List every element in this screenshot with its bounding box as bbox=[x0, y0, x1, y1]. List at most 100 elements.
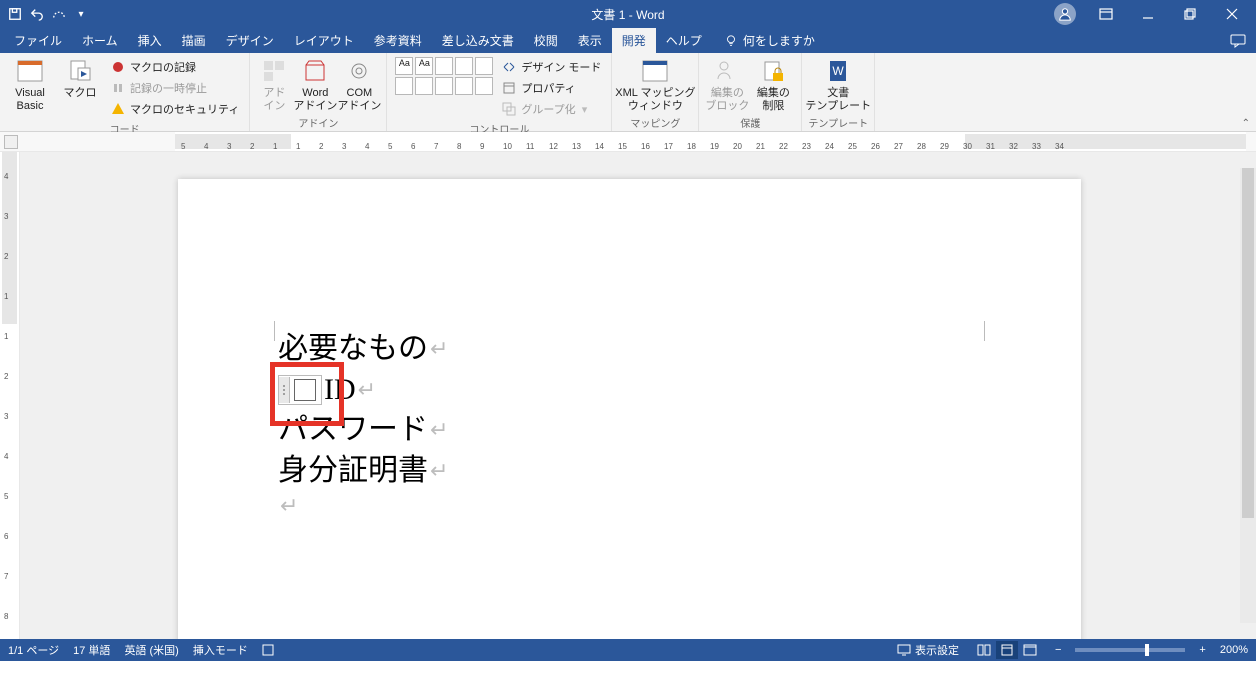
lock-icon bbox=[759, 57, 787, 85]
ruler-horizontal[interactable]: 5432112345678910111213141516171819202122… bbox=[0, 132, 1256, 152]
ruler-vertical[interactable]: 432112345678 bbox=[0, 152, 20, 639]
ruler-corner bbox=[4, 135, 18, 149]
control-repeating-icon[interactable] bbox=[455, 77, 473, 95]
tab-layout[interactable]: レイアウト bbox=[284, 28, 364, 53]
zoom-slider-thumb[interactable] bbox=[1145, 644, 1149, 656]
text-line-1[interactable]: 必要なもの bbox=[278, 329, 428, 370]
design-mode-button[interactable]: デザイン モード bbox=[497, 57, 605, 77]
tab-help[interactable]: ヘルプ bbox=[656, 28, 712, 53]
ribbon-tabs: ファイル ホーム 挿入 描画 デザイン レイアウト 参考資料 差し込み文書 校閲… bbox=[0, 28, 1256, 53]
view-web-icon[interactable] bbox=[1019, 641, 1041, 659]
tab-mailings[interactable]: 差し込み文書 bbox=[432, 28, 524, 53]
group-addins: アド イン Word アドイン COM アドイン アドイン bbox=[250, 53, 387, 131]
visual-basic-button[interactable]: Visual Basic bbox=[6, 55, 54, 113]
close-icon[interactable] bbox=[1212, 0, 1252, 28]
zoom-level[interactable]: 200% bbox=[1220, 644, 1248, 656]
tab-design[interactable]: デザイン bbox=[216, 28, 284, 53]
paragraph-mark-icon: ↵ bbox=[430, 456, 448, 486]
tab-view[interactable]: 表示 bbox=[568, 28, 612, 53]
checkbox-content-control[interactable] bbox=[278, 375, 322, 405]
document-scroll-area[interactable]: 必要なもの↵ ID↵ パスワード↵ 身分証明書↵ ↵ bbox=[20, 152, 1256, 639]
tab-review[interactable]: 校閲 bbox=[524, 28, 568, 53]
record-macro-button[interactable]: マクロの記録 bbox=[106, 57, 243, 77]
control-combobox-icon[interactable] bbox=[395, 77, 413, 95]
document-page[interactable]: 必要なもの↵ ID↵ パスワード↵ 身分証明書↵ ↵ bbox=[178, 179, 1081, 639]
controls-gallery[interactable]: Aa Aa bbox=[393, 55, 495, 97]
paragraph-mark-icon: ↵ bbox=[430, 334, 448, 364]
macros-icon bbox=[66, 57, 94, 85]
pause-recording-button: 記録の一時停止 bbox=[106, 78, 243, 98]
scrollbar-vertical[interactable] bbox=[1240, 152, 1256, 639]
control-date-icon[interactable] bbox=[435, 77, 453, 95]
zoom-in-button[interactable]: + bbox=[1199, 644, 1205, 656]
ribbon-display-options-icon[interactable] bbox=[1086, 0, 1126, 28]
group-addins-label: アドイン bbox=[298, 113, 338, 132]
xml-mapping-button[interactable]: XML マッピング ウィンドウ bbox=[618, 55, 692, 113]
comments-icon[interactable] bbox=[1230, 28, 1246, 53]
undo-icon[interactable] bbox=[28, 5, 46, 23]
properties-icon bbox=[501, 80, 517, 96]
ribbon-developer: Visual Basic マクロ マクロの記録 記録の一時停止 マクロのセキュリ… bbox=[0, 53, 1256, 132]
tab-developer[interactable]: 開発 bbox=[612, 28, 656, 53]
paragraph-mark-icon: ↵ bbox=[430, 415, 448, 445]
control-richtext-icon[interactable]: Aa bbox=[395, 57, 413, 75]
maximize-icon[interactable] bbox=[1170, 0, 1210, 28]
qat-customize-icon[interactable]: ▾ bbox=[72, 5, 90, 23]
zoom-out-button[interactable]: − bbox=[1055, 644, 1061, 656]
document-template-button[interactable]: W文書 テンプレート bbox=[809, 55, 867, 113]
tab-file[interactable]: ファイル bbox=[4, 28, 72, 53]
quick-access-toolbar: ▾ bbox=[0, 5, 90, 23]
word-addin-button[interactable]: Word アドイン bbox=[294, 55, 336, 113]
tab-draw[interactable]: 描画 bbox=[172, 28, 216, 53]
control-buildingblock-icon[interactable] bbox=[455, 57, 473, 75]
checkbox-icon[interactable] bbox=[294, 379, 316, 401]
collapse-ribbon-icon[interactable]: ⌃ bbox=[1242, 118, 1250, 129]
status-words[interactable]: 17 単語 bbox=[73, 642, 110, 658]
status-language[interactable]: 英語 (米国) bbox=[124, 642, 178, 658]
text-line-2[interactable]: ID bbox=[324, 370, 356, 411]
text-line-4[interactable]: 身分証明書 bbox=[278, 451, 428, 492]
macro-security-button[interactable]: マクロのセキュリティ bbox=[106, 99, 243, 119]
text-line-3[interactable]: パスワード bbox=[278, 410, 428, 451]
control-picture-icon[interactable] bbox=[435, 57, 453, 75]
view-read-icon[interactable] bbox=[973, 641, 995, 659]
visual-basic-icon bbox=[16, 57, 44, 85]
group-code: Visual Basic マクロ マクロの記録 記録の一時停止 マクロのセキュリ… bbox=[0, 53, 250, 131]
status-macro-icon[interactable] bbox=[262, 644, 274, 656]
user-avatar[interactable] bbox=[1054, 3, 1076, 25]
document-content[interactable]: 必要なもの↵ ID↵ パスワード↵ 身分証明書↵ ↵ bbox=[278, 329, 448, 521]
group-controls: Aa Aa デザイン モード プロパティ グループ化▾ コントロール bbox=[387, 53, 612, 131]
control-plaintext-icon[interactable]: Aa bbox=[415, 57, 433, 75]
control-checkbox-icon[interactable] bbox=[475, 57, 493, 75]
tell-me-search[interactable]: 何をしますか bbox=[724, 28, 815, 53]
paragraph-mark-icon: ↵ bbox=[358, 375, 376, 405]
tab-references[interactable]: 参考資料 bbox=[364, 28, 432, 53]
group-button: グループ化▾ bbox=[497, 99, 605, 119]
view-buttons bbox=[973, 641, 1041, 659]
properties-button[interactable]: プロパティ bbox=[497, 78, 605, 98]
record-icon bbox=[110, 59, 126, 75]
control-legacy-icon[interactable] bbox=[475, 77, 493, 95]
restrict-editing-button[interactable]: 編集の 制限 bbox=[751, 55, 795, 113]
scrollbar-thumb[interactable] bbox=[1242, 168, 1254, 518]
paragraph-mark-icon: ↵ bbox=[280, 491, 298, 521]
zoom-slider[interactable] bbox=[1075, 648, 1185, 652]
xml-icon bbox=[641, 57, 669, 85]
tab-home[interactable]: ホーム bbox=[72, 28, 128, 53]
com-addin-button[interactable]: COM アドイン bbox=[338, 55, 380, 113]
display-settings-button[interactable]: 表示設定 bbox=[897, 642, 959, 658]
tab-insert[interactable]: 挿入 bbox=[128, 28, 172, 53]
redo-icon[interactable] bbox=[50, 5, 68, 23]
view-print-icon[interactable] bbox=[996, 641, 1018, 659]
gear-icon bbox=[345, 57, 373, 85]
status-bar: 1/1 ページ 17 単語 英語 (米国) 挿入モード 表示設定 − + 200… bbox=[0, 639, 1256, 661]
macros-button[interactable]: マクロ bbox=[56, 55, 104, 100]
control-dropdown-icon[interactable] bbox=[415, 77, 433, 95]
minimize-icon[interactable] bbox=[1128, 0, 1168, 28]
status-insert-mode[interactable]: 挿入モード bbox=[193, 642, 248, 658]
title-bar: ▾ 文書 1 - Word bbox=[0, 0, 1256, 28]
save-icon[interactable] bbox=[6, 5, 24, 23]
control-handle-icon[interactable] bbox=[279, 377, 290, 403]
tell-me-label: 何をしますか bbox=[743, 32, 815, 49]
status-page[interactable]: 1/1 ページ bbox=[8, 642, 59, 658]
